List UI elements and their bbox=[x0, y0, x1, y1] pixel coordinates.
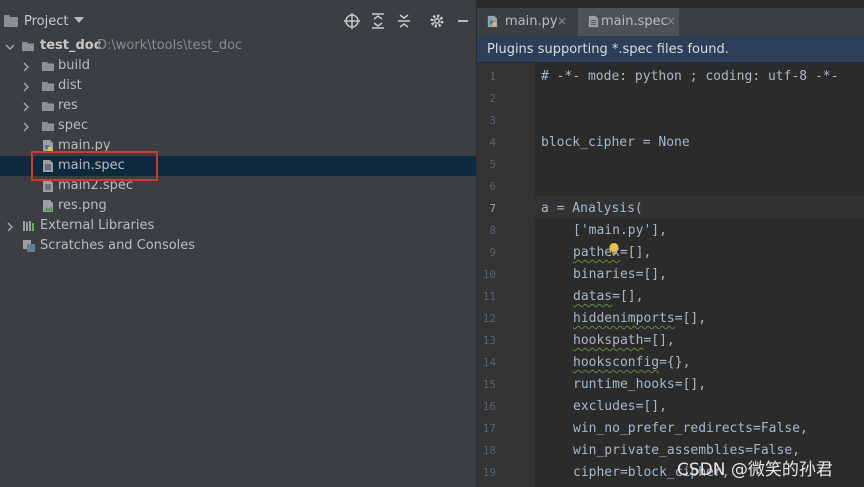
tab-main-py[interactable]: main.py × bbox=[477, 8, 578, 36]
tree-item-label: spec bbox=[58, 118, 89, 133]
line-number: 5 bbox=[489, 158, 496, 171]
tree-item-label: dist bbox=[58, 78, 82, 93]
line-number: 19 bbox=[482, 466, 496, 479]
line-number: 6 bbox=[489, 180, 496, 193]
weak-warning-text: datas bbox=[573, 289, 613, 304]
folder-icon bbox=[41, 119, 55, 133]
plugin-notice-text: Plugins supporting *.spec files found. bbox=[487, 42, 729, 57]
code-line: datas=[], bbox=[573, 289, 644, 304]
code-line: hooksconfig={}, bbox=[573, 355, 691, 370]
tree-item-external-libraries[interactable]: External Libraries bbox=[0, 216, 476, 236]
tab-label: main.py bbox=[505, 14, 558, 29]
chevron-right-icon[interactable] bbox=[5, 221, 15, 232]
code-line: win_no_prefer_redirects=False, bbox=[573, 421, 808, 436]
tab-label: main.spec bbox=[601, 14, 668, 29]
line-number: 12 bbox=[482, 312, 496, 325]
expand-all-icon[interactable] bbox=[369, 12, 387, 30]
chevron-down-icon[interactable] bbox=[74, 17, 84, 23]
chevron-right-icon[interactable] bbox=[21, 61, 31, 72]
line-number: 17 bbox=[482, 422, 496, 435]
tree-item-label: External Libraries bbox=[40, 218, 155, 233]
code-editor[interactable]: # -*- mode: python ; coding: utf-8 -*- bl… bbox=[535, 63, 864, 487]
chevron-right-icon[interactable] bbox=[21, 101, 31, 112]
folder-icon bbox=[41, 99, 55, 113]
tree-item-dist[interactable]: dist bbox=[0, 76, 476, 96]
text-file-icon bbox=[587, 15, 600, 28]
line-number: 14 bbox=[482, 356, 496, 369]
tab-main-spec[interactable]: main.spec × bbox=[578, 8, 679, 36]
close-icon[interactable]: × bbox=[557, 14, 567, 28]
code-line: # -*- mode: python ; coding: utf-8 -*- bbox=[541, 69, 839, 84]
code-line: a = Analysis( bbox=[541, 201, 643, 216]
locate-file-icon[interactable] bbox=[343, 12, 361, 30]
weak-warning-text: hooksconfig bbox=[573, 355, 660, 370]
line-number: 7 bbox=[489, 202, 496, 215]
text-file-icon bbox=[41, 179, 55, 193]
code-line: hiddenimports=[], bbox=[573, 311, 707, 326]
project-path: D:\work\tools\test_doc bbox=[97, 38, 243, 53]
code-line: hookspath=[], bbox=[573, 333, 675, 348]
code-line: block_cipher = None bbox=[541, 135, 690, 150]
hide-panel-icon[interactable] bbox=[454, 12, 472, 30]
python-file-icon bbox=[486, 15, 499, 28]
line-number: 3 bbox=[489, 114, 496, 127]
chevron-right-icon[interactable] bbox=[21, 81, 31, 92]
project-panel-header: Project bbox=[0, 10, 476, 34]
code-line: runtime_hooks=[], bbox=[573, 377, 707, 392]
code-line: ['main.py'], bbox=[573, 223, 667, 238]
folder-icon bbox=[21, 39, 35, 53]
tree-item-test-doc[interactable]: test_doc D:\work\tools\test_doc bbox=[0, 36, 476, 56]
line-number: 2 bbox=[489, 92, 496, 105]
line-number: 16 bbox=[482, 400, 496, 413]
line-number: 11 bbox=[482, 290, 496, 303]
gear-icon[interactable] bbox=[428, 12, 446, 30]
plugin-notice-bar[interactable]: Plugins supporting *.spec files found. bbox=[477, 36, 864, 63]
tree-item-label: build bbox=[58, 58, 90, 73]
line-number: 9 bbox=[489, 246, 496, 259]
chevron-right-icon[interactable] bbox=[21, 121, 31, 132]
editor-tab-bar: main.py × main.spec × bbox=[477, 8, 864, 44]
tree-item-res[interactable]: res bbox=[0, 96, 476, 116]
line-number: 13 bbox=[482, 334, 496, 347]
annotation-highlight-box bbox=[31, 151, 158, 181]
project-folder-icon bbox=[4, 15, 18, 27]
collapse-all-icon[interactable] bbox=[395, 12, 413, 30]
tree-item-label: test_doc bbox=[40, 38, 102, 53]
line-number: 1 bbox=[489, 70, 496, 83]
line-number: 18 bbox=[482, 444, 496, 457]
image-file-icon bbox=[41, 199, 55, 213]
code-line: pathex=[], bbox=[573, 245, 652, 260]
tree-item-label: res bbox=[58, 98, 78, 113]
tree-item-label: res.png bbox=[58, 198, 107, 213]
project-tool-window: Project test_doc D:\work\tools\test_doc bbox=[0, 0, 476, 487]
line-number-gutter[interactable]: 1 2 3 4 5 6 7 8 9 10 11 12 13 14 15 16 17 18 19 bbox=[477, 63, 535, 487]
tree-item-spec[interactable]: spec bbox=[0, 116, 476, 136]
library-icon bbox=[22, 219, 36, 233]
line-number: 15 bbox=[482, 378, 496, 391]
tree-item-label: Scratches and Consoles bbox=[40, 238, 196, 253]
watermark: CSDN @微笑的孙君 bbox=[677, 460, 833, 480]
code-line: binaries=[], bbox=[573, 267, 667, 282]
tree-item-res-png[interactable]: res.png bbox=[0, 196, 476, 216]
chevron-down-icon[interactable] bbox=[5, 41, 15, 51]
weak-warning-text: hiddenimports bbox=[573, 311, 675, 326]
line-number: 10 bbox=[482, 268, 496, 281]
folder-icon bbox=[41, 59, 55, 73]
tree-item-scratches[interactable]: Scratches and Consoles bbox=[0, 236, 476, 256]
project-view-selector[interactable]: Project bbox=[24, 14, 68, 29]
editor-pane: main.py × main.spec × Plugins supporting… bbox=[477, 0, 864, 487]
line-number: 8 bbox=[489, 224, 496, 237]
code-line: excludes=[], bbox=[573, 399, 667, 414]
weak-warning-text: hookspath bbox=[573, 333, 644, 348]
tree-item-build[interactable]: build bbox=[0, 56, 476, 76]
folder-icon bbox=[41, 79, 55, 93]
close-icon[interactable]: × bbox=[666, 14, 676, 28]
weak-warning-text: pathex bbox=[573, 245, 620, 260]
line-number: 4 bbox=[489, 136, 496, 149]
scratches-icon bbox=[22, 239, 36, 253]
